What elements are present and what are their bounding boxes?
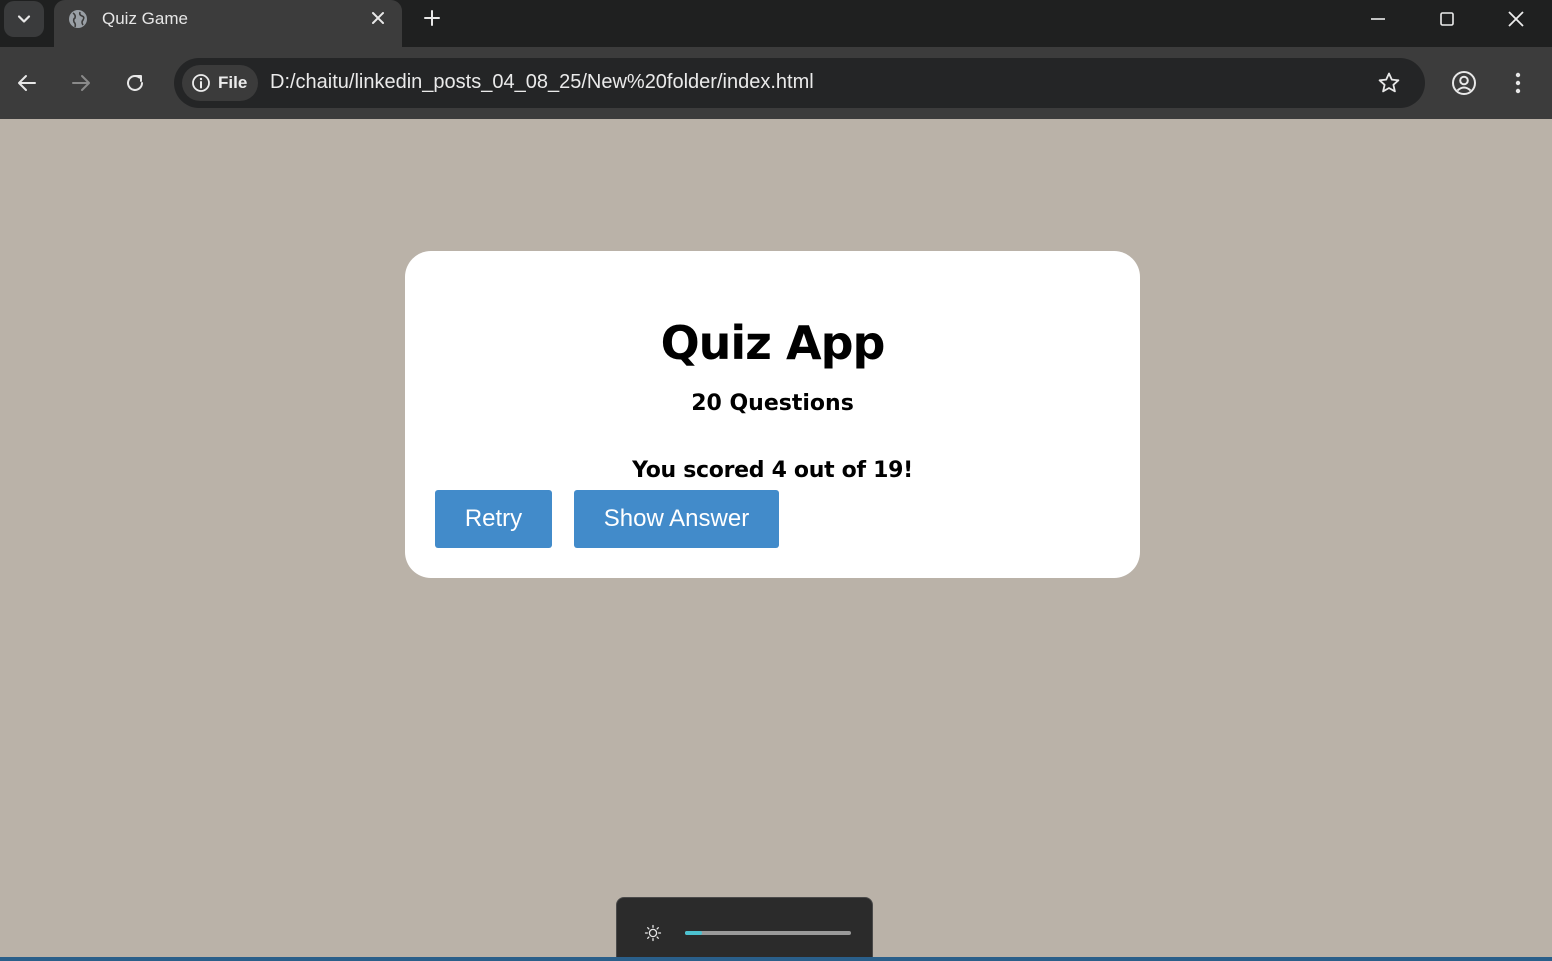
profile-icon: [1452, 71, 1476, 95]
maximize-button[interactable]: [1413, 0, 1481, 38]
close-icon: [1508, 11, 1524, 27]
address-bar[interactable]: File D:/chaitu/linkedin_posts_04_08_25/N…: [174, 58, 1425, 108]
back-button[interactable]: [13, 69, 41, 97]
taskbar-edge: [0, 957, 1552, 961]
close-window-button[interactable]: [1482, 0, 1550, 38]
brightness-flyout: [616, 897, 873, 961]
quiz-title: Quiz App: [660, 316, 886, 370]
score-text: You scored 4 out of 19!: [632, 458, 913, 483]
sun-icon: [644, 924, 662, 942]
star-icon: [1378, 72, 1400, 93]
question-count: 20 Questions: [691, 391, 854, 416]
back-icon: [18, 75, 36, 91]
site-chip-label: File: [218, 73, 248, 92]
forward-button[interactable]: [67, 69, 95, 97]
more-icon: [1515, 72, 1521, 94]
profile-button[interactable]: [1450, 69, 1478, 97]
close-tab-button[interactable]: [368, 8, 388, 28]
forward-icon: [72, 75, 90, 91]
chevron-down-icon: [17, 15, 31, 23]
globe-icon: [69, 10, 87, 28]
retry-button[interactable]: Retry: [435, 490, 552, 548]
maximize-icon: [1440, 12, 1454, 26]
info-icon: [192, 74, 210, 92]
minimize-button[interactable]: [1344, 0, 1412, 38]
more-menu-button[interactable]: [1504, 69, 1532, 97]
site-info-chip[interactable]: File: [182, 65, 258, 101]
brightness-slider[interactable]: [685, 931, 851, 935]
bookmark-button[interactable]: [1376, 70, 1402, 96]
minimize-icon: [1371, 18, 1385, 20]
browser-toolbar: File D:/chaitu/linkedin_posts_04_08_25/N…: [0, 47, 1552, 119]
close-icon: [372, 12, 384, 24]
reload-button[interactable]: [121, 69, 149, 97]
tab-search-button[interactable]: [4, 1, 44, 37]
plus-icon: [424, 10, 440, 26]
new-tab-button[interactable]: [421, 7, 443, 29]
show-answer-button[interactable]: Show Answer: [574, 490, 779, 548]
brightness-slider-fill: [685, 931, 702, 935]
tab-strip: Quiz Game: [0, 0, 1552, 47]
reload-icon: [127, 74, 143, 91]
tab-title: Quiz Game: [102, 9, 188, 28]
url-text[interactable]: D:/chaitu/linkedin_posts_04_08_25/New%20…: [270, 71, 814, 94]
browser-tab[interactable]: Quiz Game: [54, 0, 402, 47]
